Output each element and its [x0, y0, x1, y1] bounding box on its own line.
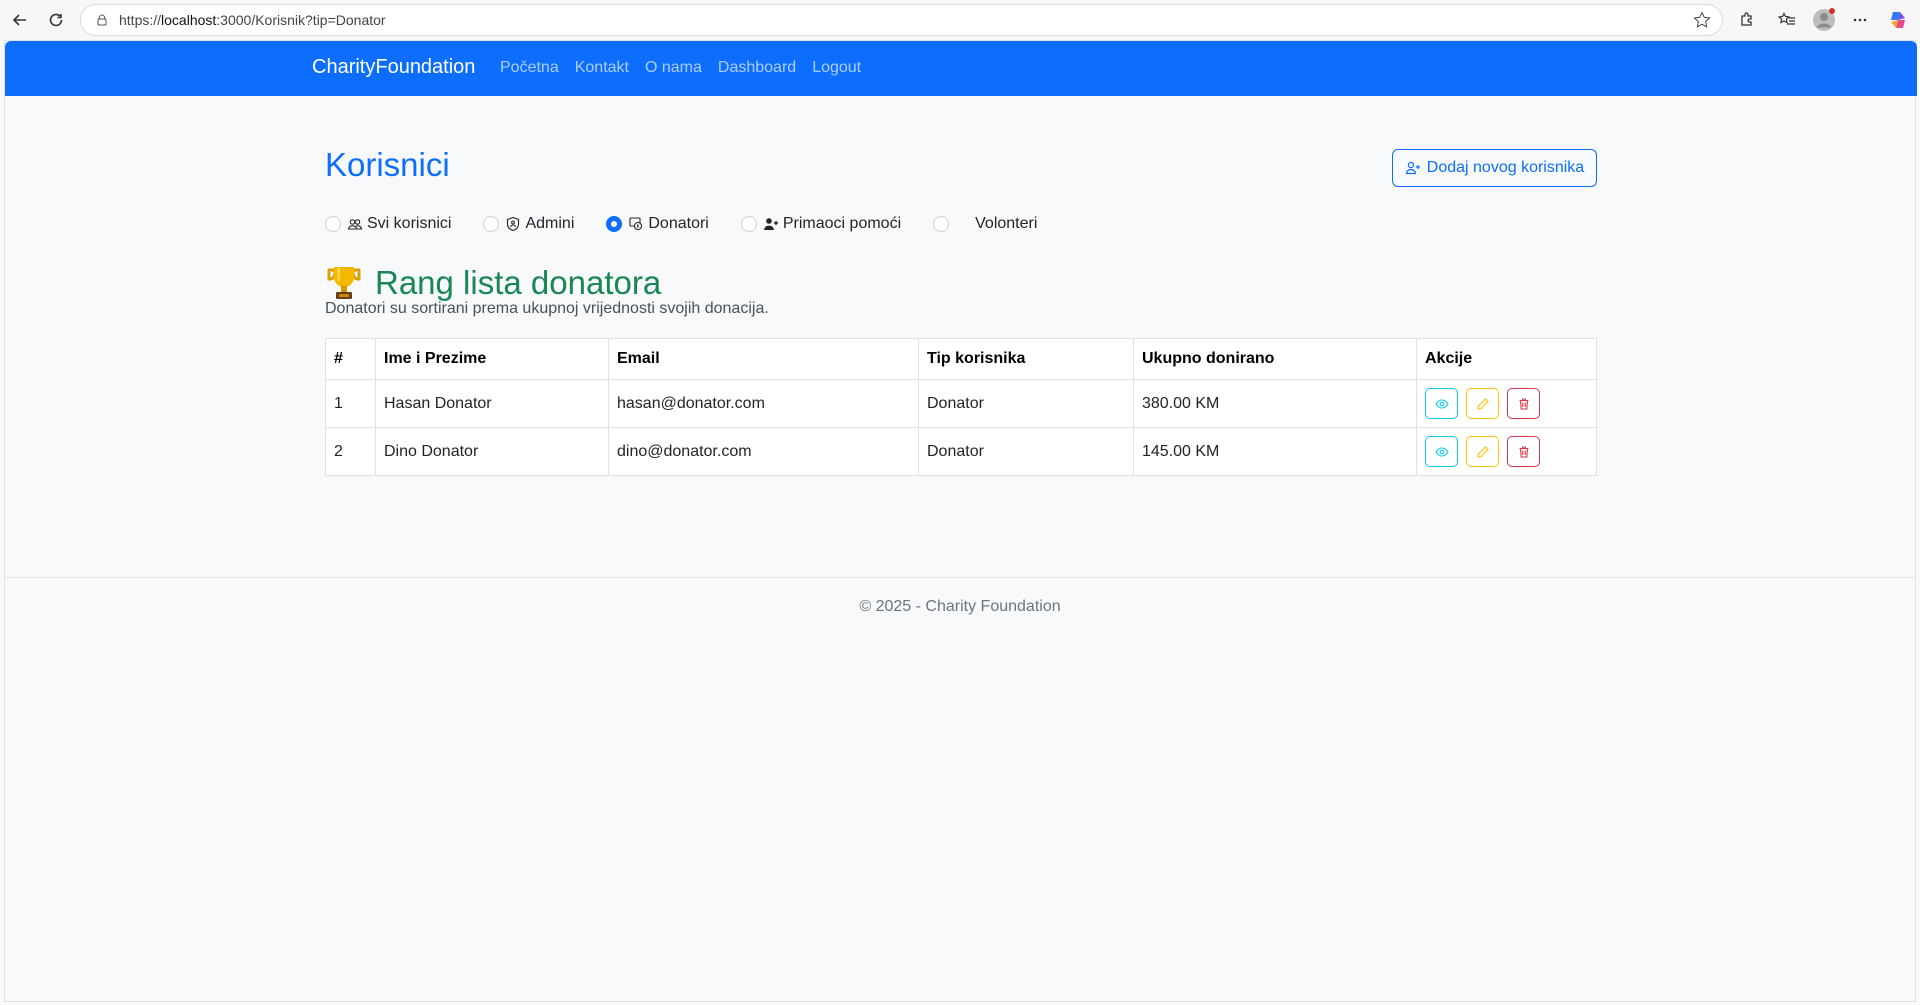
- filter-label: Volonteri: [975, 215, 1038, 232]
- cell-number: 1: [325, 379, 376, 428]
- trash-icon: [1519, 397, 1528, 410]
- cell-name: Hasan Donator: [375, 379, 609, 428]
- pencil-icon: [1476, 397, 1489, 410]
- cell-email: hasan@donator.com: [608, 379, 919, 428]
- browser-toolbar: https://localhost:3000/Korisnik?tip=Dona…: [0, 0, 1920, 40]
- cell-user-type: Donator: [918, 427, 1134, 476]
- radio-admini[interactable]: [483, 216, 500, 232]
- url-prefix: https://: [119, 12, 162, 28]
- filter-label: Admini: [525, 215, 575, 232]
- row-actions: [1425, 388, 1588, 419]
- radio-svi-korisnici[interactable]: [325, 216, 341, 232]
- people-icon: [347, 216, 363, 232]
- header-email: Email: [608, 338, 919, 380]
- cell-actions: [1416, 427, 1597, 476]
- eye-icon: [1434, 446, 1449, 457]
- more-icon[interactable]: [1846, 6, 1874, 34]
- shield-icon: [505, 216, 521, 232]
- header-total-donated: Ukupno donirano: [1133, 338, 1417, 380]
- url-host: localhost: [161, 12, 217, 28]
- rank-description: Donatori su sortirani prema ukupnoj vrij…: [325, 300, 769, 317]
- filter-label: Donatori: [648, 215, 709, 232]
- person-plus-fill-icon: [763, 216, 779, 232]
- pencil-icon: [1476, 445, 1489, 458]
- arrow-left-icon[interactable]: [6, 6, 34, 34]
- cell-user-type: Donator: [918, 379, 1134, 428]
- url-path: :3000/Korisnik?tip=Donator: [216, 12, 386, 28]
- filter-admini[interactable]: Admini: [483, 215, 574, 233]
- filter-donatori[interactable]: Donatori: [606, 215, 709, 233]
- page-title: Korisnici: [325, 146, 450, 183]
- nav-link-dashboard[interactable]: Dashboard: [718, 59, 796, 77]
- radio-volonteri[interactable]: [933, 216, 950, 232]
- filter-label: Primaoci pomoći: [782, 215, 902, 232]
- trash-icon: [1519, 445, 1528, 458]
- nav-links: Početna Kontakt O nama Dashboard Logout: [500, 59, 861, 77]
- cell-email: dino@donator.com: [608, 427, 919, 476]
- header-name: Ime i Prezime: [375, 338, 609, 380]
- edit-button[interactable]: [1466, 436, 1499, 467]
- person-plus-icon: [1405, 161, 1420, 175]
- table-row: 2 Dino Donator dino@donator.com Donator …: [325, 427, 1597, 476]
- filter-svi-korisnici[interactable]: Svi korisnici: [325, 215, 451, 233]
- filter-primaoci-pomoci[interactable]: Primaoci pomoći: [740, 215, 902, 233]
- rank-title-text: Rang lista donatora: [375, 264, 662, 301]
- cell-total-donated: 380.00 KM: [1133, 379, 1417, 428]
- reload-icon[interactable]: [42, 6, 70, 34]
- address-bar[interactable]: https://localhost:3000/Korisnik?tip=Dona…: [80, 4, 1723, 36]
- puzzle-icon[interactable]: [1733, 6, 1761, 34]
- view-button[interactable]: [1425, 388, 1458, 419]
- brand-link[interactable]: CharityFoundation: [312, 56, 475, 79]
- header-user-type: Tip korisnika: [918, 338, 1134, 380]
- cell-total-donated: 145.00 KM: [1133, 427, 1417, 476]
- header-number: #: [325, 338, 376, 380]
- eye-icon: [1434, 398, 1449, 409]
- trophy-icon: [327, 267, 361, 299]
- user-type-filters: Svi korisnici Admini Donatori Primaoci p…: [325, 215, 1069, 233]
- edit-button[interactable]: [1466, 388, 1499, 419]
- header-actions: Akcije: [1416, 338, 1597, 380]
- filter-label: Svi korisnici: [367, 215, 452, 232]
- footer-text: © 2025 - Charity Foundation: [859, 598, 1061, 615]
- radio-donatori[interactable]: [606, 216, 623, 232]
- table-header-row: # Ime i Prezime Email Tip korisnika Ukup…: [325, 338, 1597, 380]
- url-text: https://localhost:3000/Korisnik?tip=Dona…: [119, 12, 386, 28]
- filter-volonteri[interactable]: Volonteri: [933, 215, 1037, 233]
- footer: © 2025 - Charity Foundation: [5, 577, 1915, 615]
- page: CharityFoundation Početna Kontakt O nama…: [4, 40, 1917, 1002]
- nav-link-pocetna[interactable]: Početna: [500, 59, 559, 77]
- cell-number: 2: [325, 427, 376, 476]
- delete-button[interactable]: [1507, 388, 1540, 419]
- navbar: CharityFoundation Početna Kontakt O nama…: [5, 41, 1917, 96]
- profile-icon[interactable]: [1810, 6, 1838, 34]
- blank-icon: [955, 216, 971, 232]
- donors-table: # Ime i Prezime Email Tip korisnika Ukup…: [325, 338, 1597, 476]
- lock-icon: [97, 14, 107, 26]
- favorites-icon[interactable]: [1773, 6, 1801, 34]
- add-user-button[interactable]: Dodaj novog korisnika: [1392, 149, 1597, 187]
- cell-actions: [1416, 379, 1597, 428]
- delete-button[interactable]: [1507, 436, 1540, 467]
- table-row: 1 Hasan Donator hasan@donator.com Donato…: [325, 379, 1597, 428]
- nav-link-logout[interactable]: Logout: [812, 59, 861, 77]
- view-button[interactable]: [1425, 436, 1458, 467]
- rank-title: Rang lista donatora: [325, 264, 661, 302]
- add-user-label: Dodaj novog korisnika: [1426, 159, 1585, 176]
- donor-icon: [628, 216, 644, 232]
- nav-link-o-nama[interactable]: O nama: [645, 59, 702, 77]
- nav-link-kontakt[interactable]: Kontakt: [575, 59, 629, 77]
- row-actions: [1425, 436, 1588, 467]
- radio-primaoci-pomoci[interactable]: [740, 216, 757, 232]
- star-icon[interactable]: [1692, 10, 1712, 30]
- copilot-icon[interactable]: [1884, 6, 1912, 34]
- cell-name: Dino Donator: [375, 427, 609, 476]
